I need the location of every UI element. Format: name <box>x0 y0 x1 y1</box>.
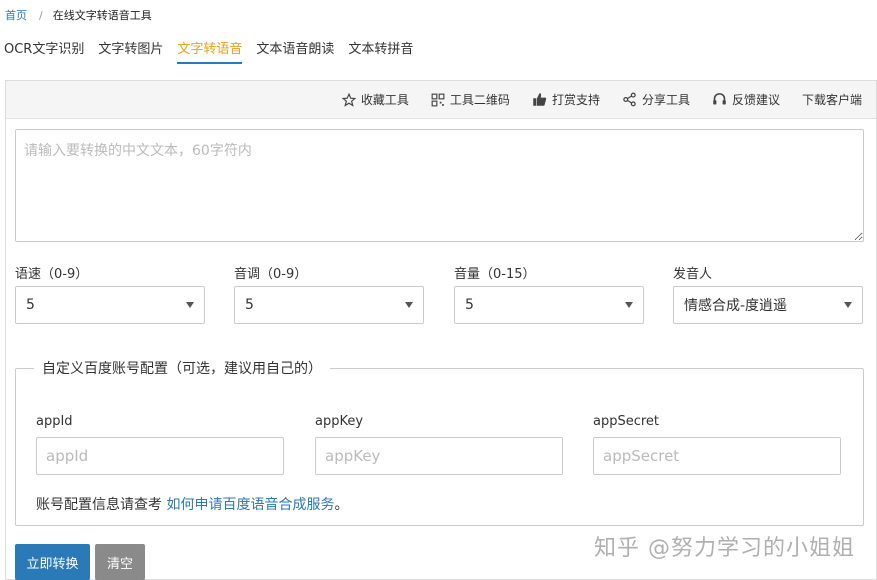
volume-value: 5 <box>465 297 474 313</box>
tab-text-to-image[interactable]: 文字转图片 <box>98 32 163 64</box>
pitch-value: 5 <box>245 297 254 313</box>
chevron-down-icon <box>186 302 194 308</box>
volume-label: 音量（0-15） <box>454 267 536 282</box>
appkey-field-group: appKey <box>315 414 563 475</box>
download-client-label: 下载客户端 <box>801 93 862 107</box>
pitch-select[interactable]: 5 <box>234 286 424 324</box>
feedback-label: 反馈建议 <box>731 93 780 107</box>
appkey-label: appKey <box>315 414 364 429</box>
tool-toolbar: 收藏工具 工具二维码 打赏支持 分享工具 反馈建议 下载客户端 <box>6 81 876 119</box>
speaker-select-group: 发音人 情感合成-度逍遥 <box>673 263 863 324</box>
config-note-suffix: 。 <box>334 497 349 513</box>
tool-tabs: OCR文字识别 文字转图片 文字转语音 文本语音朗读 文本转拼音 <box>0 32 423 64</box>
speed-select[interactable]: 5 <box>15 286 205 324</box>
appsecret-input[interactable] <box>593 437 841 475</box>
chevron-down-icon <box>844 302 852 308</box>
breadcrumb-separator: / <box>39 8 43 22</box>
appid-label: appId <box>36 414 73 429</box>
baidu-tts-guide-link[interactable]: 如何申请百度语音合成服务 <box>166 497 334 513</box>
pitch-select-group: 音调（0-9） 5 <box>234 263 424 324</box>
appid-input[interactable] <box>36 437 284 475</box>
star-icon <box>341 92 356 107</box>
convert-button[interactable]: 立即转换 <box>15 544 90 580</box>
tab-ocr[interactable]: OCR文字识别 <box>4 32 84 64</box>
qrcode-label: 工具二维码 <box>449 93 510 107</box>
favorite-button[interactable]: 收藏工具 <box>341 91 409 108</box>
share-label: 分享工具 <box>641 93 690 107</box>
favorite-label: 收藏工具 <box>360 93 409 107</box>
config-note: 账号配置信息请查考 如何申请百度语音合成服务。 <box>36 494 348 514</box>
share-button[interactable]: 分享工具 <box>622 91 690 108</box>
feedback-button[interactable]: 反馈建议 <box>712 91 780 108</box>
appid-field-group: appId <box>36 414 284 475</box>
qrcode-button[interactable]: 工具二维码 <box>431 91 510 108</box>
reward-label: 打赏支持 <box>551 93 600 107</box>
thumbs-up-icon <box>533 93 547 106</box>
tab-text-reading[interactable]: 文本语音朗读 <box>256 32 334 64</box>
appsecret-label: appSecret <box>593 414 660 429</box>
tab-text-to-speech[interactable]: 文字转语音 <box>177 32 243 64</box>
headset-icon <box>713 93 726 105</box>
speed-label: 语速（0-9） <box>15 267 89 282</box>
speaker-label: 发音人 <box>673 267 713 282</box>
chevron-down-icon <box>405 302 413 308</box>
qrcode-icon <box>431 93 445 106</box>
speed-value: 5 <box>26 297 35 313</box>
pitch-label: 音调（0-9） <box>234 267 308 282</box>
config-legend: 自定义百度账号配置（可选，建议用自己的） <box>42 361 322 377</box>
speaker-select[interactable]: 情感合成-度逍遥 <box>673 286 863 324</box>
text-input[interactable] <box>15 129 864 242</box>
breadcrumb: 首页 / 在线文字转语音工具 <box>5 7 152 23</box>
tool-panel: 收藏工具 工具二维码 打赏支持 分享工具 反馈建议 下载客户端 语速（0-9） … <box>5 80 877 580</box>
baidu-account-config: 自定义百度账号配置（可选，建议用自己的） appId appKey appSec… <box>15 358 864 526</box>
breadcrumb-current: 在线文字转语音工具 <box>52 9 152 22</box>
config-note-prefix: 账号配置信息请查考 <box>36 497 162 513</box>
volume-select[interactable]: 5 <box>454 286 644 324</box>
watermark: 知乎 @努力学习的小姐姐 <box>594 536 855 561</box>
breadcrumb-home-link[interactable]: 首页 <box>5 7 27 23</box>
reward-button[interactable]: 打赏支持 <box>532 91 600 108</box>
speed-select-group: 语速（0-9） 5 <box>15 263 205 324</box>
download-client-button[interactable]: 下载客户端 <box>802 91 862 108</box>
appsecret-field-group: appSecret <box>593 414 841 475</box>
speaker-value: 情感合成-度逍遥 <box>684 298 788 314</box>
chevron-down-icon <box>625 302 633 308</box>
appkey-input[interactable] <box>315 437 563 475</box>
share-icon <box>623 92 636 107</box>
volume-select-group: 音量（0-15） 5 <box>454 263 644 324</box>
tab-text-to-pinyin[interactable]: 文本转拼音 <box>348 32 413 64</box>
clear-button[interactable]: 清空 <box>95 544 145 580</box>
